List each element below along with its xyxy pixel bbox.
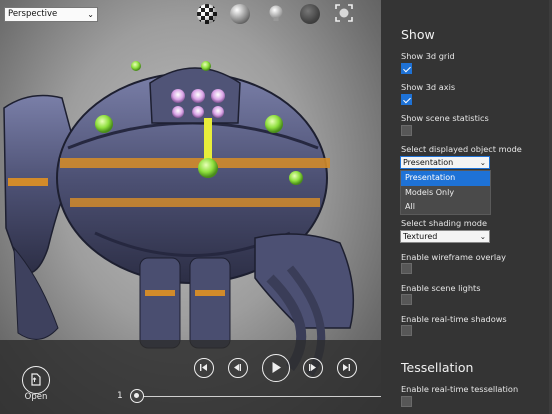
object-mode-option-models-only[interactable]: Models Only [401,186,490,201]
skip-to-start-icon [200,364,207,371]
object-mode-select[interactable]: Presentation ⌄ [400,156,490,169]
chevron-down-icon: ⌄ [87,10,94,19]
object-mode-label: Select displayed object mode [401,144,522,154]
skip-to-end-icon [343,364,350,371]
show-stats-label: Show scene statistics [401,113,489,123]
shading-mode-label: Select shading mode [401,218,488,228]
wireframe-checkbox[interactable] [401,263,412,274]
3d-viewport[interactable]: Perspective ⌄ Open 1 [0,0,381,414]
show-grid-checkbox[interactable] [401,63,412,74]
chevron-down-icon: ⌄ [479,158,486,167]
play-button[interactable] [262,354,290,382]
step-back-button[interactable] [228,358,248,378]
tessellation-checkbox[interactable] [401,396,412,407]
shading-mode-select[interactable]: Textured ⌄ [400,230,490,243]
open-file-icon [31,373,41,386]
playback-bar: Open 1 [0,340,381,414]
timeline-slider-thumb[interactable] [130,389,144,403]
shadows-checkbox[interactable] [401,325,412,336]
shadows-label: Enable real-time shadows [401,314,507,324]
light-bulb-icon[interactable] [266,4,286,24]
show-axis-checkbox[interactable] [401,94,412,105]
viewport-toolbar: Perspective ⌄ [0,0,381,30]
scene-lights-checkbox[interactable] [401,294,412,305]
wireframe-label: Enable wireframe overlay [401,252,506,262]
step-forward-button[interactable] [303,358,323,378]
scene-lights-label: Enable scene lights [401,283,481,293]
show-stats-checkbox[interactable] [401,125,412,136]
open-label: Open [24,392,48,402]
play-icon [272,362,281,373]
skip-to-end-button[interactable] [337,358,357,378]
show-grid-label: Show 3d grid [401,51,455,61]
fit-frame-icon[interactable] [334,3,354,23]
chevron-down-icon: ⌄ [479,232,486,241]
show-axis-label: Show 3d axis [401,82,456,92]
object-mode-option-all[interactable]: All [401,200,490,215]
tessellation-label: Enable real-time tessellation [401,384,519,394]
step-forward-icon [309,364,316,371]
skip-to-start-button[interactable] [194,358,214,378]
settings-panel: Show Show 3d grid Show 3d axis Show scen… [381,0,552,414]
show-section-title: Show [401,27,435,42]
object-mode-option-presentation[interactable]: Presentation [401,171,490,186]
timeline-track[interactable] [136,396,381,397]
view-mode-value: Perspective [8,9,58,19]
frame-number: 1 [117,391,123,401]
object-mode-dropdown-list: Presentation Models Only All [400,170,491,215]
checker-texture-icon[interactable] [197,4,217,24]
open-button[interactable] [22,366,50,394]
step-back-icon [234,364,241,371]
view-mode-select[interactable]: Perspective ⌄ [4,7,98,22]
sphere-material-icon[interactable] [230,4,250,24]
shading-mode-value: Textured [403,232,438,241]
dark-sphere-icon[interactable] [300,4,320,24]
tessellation-section-title: Tessellation [401,360,474,375]
object-mode-value: Presentation [403,158,454,167]
